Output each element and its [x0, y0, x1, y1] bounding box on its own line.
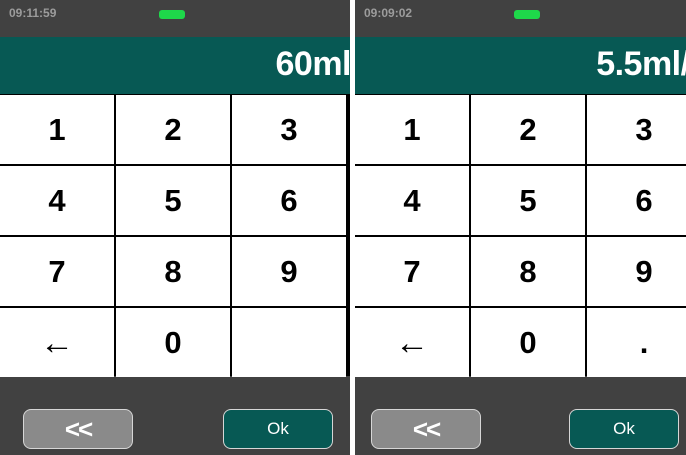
value-display: 60ml [0, 37, 350, 94]
key-8[interactable]: 8 [116, 237, 230, 306]
key-7[interactable]: 7 [355, 237, 469, 306]
value-display: 5.5ml/s [355, 37, 686, 94]
key-5[interactable]: 5 [116, 166, 230, 235]
back-button[interactable]: << [371, 409, 481, 449]
numeric-keypad: 1 2 3 4 5 6 7 8 9 ← 0 [0, 94, 350, 377]
display-value: 5.5ml/s [596, 45, 686, 83]
key-4[interactable]: 4 [0, 166, 114, 235]
battery-icon [514, 10, 540, 19]
key-0[interactable]: 0 [116, 308, 230, 377]
decimal-point-key[interactable]: . [587, 308, 686, 377]
clock: 09:11:59 [9, 6, 57, 20]
key-0[interactable]: 0 [471, 308, 585, 377]
key-3[interactable]: 3 [232, 95, 346, 164]
key-5[interactable]: 5 [471, 166, 585, 235]
key-7[interactable]: 7 [0, 237, 114, 306]
flow-rate-entry-screen: 09:09:02 5.5ml/s 1 2 3 4 5 6 7 8 9 ← 0 .… [355, 0, 686, 455]
status-bar: 09:11:59 [0, 0, 350, 37]
key-4[interactable]: 4 [355, 166, 469, 235]
battery-icon [159, 10, 185, 19]
key-3[interactable]: 3 [587, 95, 686, 164]
ok-button[interactable]: Ok [223, 409, 333, 449]
back-button[interactable]: << [23, 409, 133, 449]
key-9[interactable]: 9 [587, 237, 686, 306]
clock: 09:09:02 [364, 6, 413, 20]
display-value: 60ml [275, 45, 351, 83]
backspace-key[interactable]: ← [355, 308, 469, 377]
status-bar: 09:09:02 [355, 0, 686, 37]
backspace-key[interactable]: ← [0, 308, 114, 377]
numeric-keypad: 1 2 3 4 5 6 7 8 9 ← 0 . [355, 94, 686, 377]
key-1[interactable]: 1 [0, 95, 114, 164]
key-6[interactable]: 6 [232, 166, 346, 235]
key-9[interactable]: 9 [232, 237, 346, 306]
backspace-arrow-icon: ← [395, 323, 429, 362]
backspace-arrow-icon: ← [40, 323, 74, 362]
volume-entry-screen: 09:11:59 60ml 1 2 3 4 5 6 7 8 9 ← 0 << O… [0, 0, 350, 455]
ok-button[interactable]: Ok [569, 409, 679, 449]
key-2[interactable]: 2 [116, 95, 230, 164]
key-1[interactable]: 1 [355, 95, 469, 164]
key-8[interactable]: 8 [471, 237, 585, 306]
key-empty [232, 308, 346, 377]
key-6[interactable]: 6 [587, 166, 686, 235]
key-2[interactable]: 2 [471, 95, 585, 164]
